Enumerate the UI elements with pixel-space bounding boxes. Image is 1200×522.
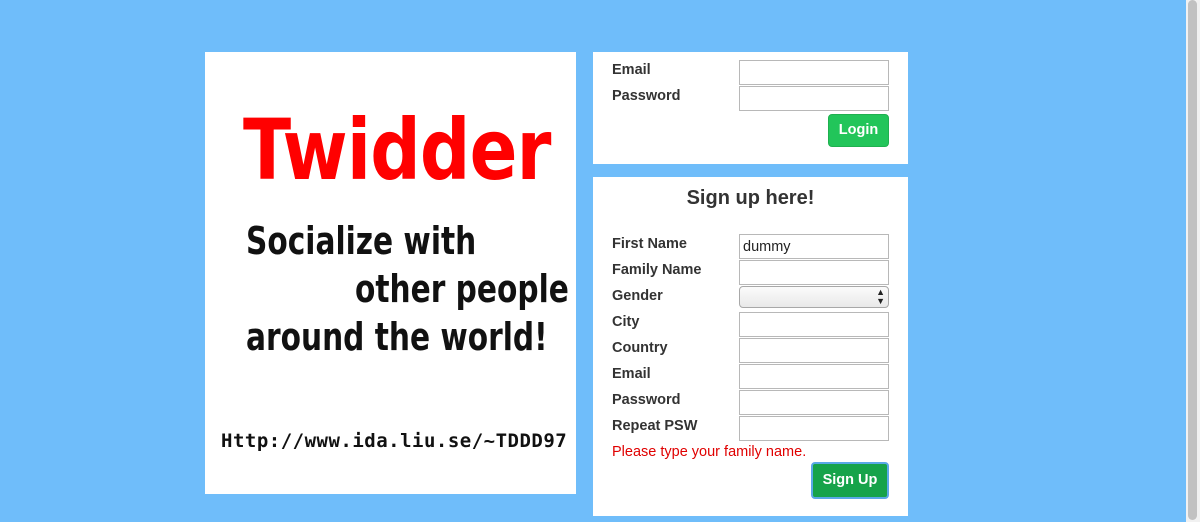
repeat-password-label: Repeat PSW [612,418,698,434]
slogan-line-2: other people [355,267,569,311]
signup-password-input[interactable] [739,390,889,415]
select-arrows-icon: ▲ ▼ [876,287,885,306]
login-form: Email Password Login [593,52,908,164]
slogan-line-3: around the world! [246,315,548,359]
login-password-input[interactable] [739,86,889,111]
logo-title: Twidder [243,101,551,199]
repeat-password-input[interactable] [739,416,889,441]
signup-button[interactable]: Sign Up [811,462,889,499]
page-scrollbar[interactable] [1186,0,1200,522]
signup-email-label: Email [612,366,651,382]
signup-password-label: Password [612,392,681,408]
family-name-label: Family Name [612,262,702,278]
family-name-input[interactable] [739,260,889,285]
login-password-label: Password [612,88,681,104]
city-input[interactable] [739,312,889,337]
signup-title: Sign up here! [686,187,815,209]
welcome-panel: Twidder Socialize with other people arou… [205,52,576,494]
gender-select[interactable]: ▲ ▼ [739,286,889,308]
scrollbar-thumb[interactable] [1188,0,1197,520]
slogan-line-1: Socialize with [246,219,477,263]
gender-label: Gender [612,288,663,304]
country-input[interactable] [739,338,889,363]
first-name-input[interactable] [739,234,889,259]
first-name-label: First Name [612,236,687,252]
login-email-label: Email [612,62,651,78]
country-label: Country [612,340,668,356]
login-button[interactable]: Login [828,114,889,147]
logo-url: Http://www.ida.liu.se/~TDDD97 [221,430,568,452]
city-label: City [612,314,640,330]
signup-email-input[interactable] [739,364,889,389]
signup-form: Sign up here! First Name Family Name Gen… [593,177,908,516]
signup-error-message: Please type your family name. [612,444,807,460]
login-email-input[interactable] [739,60,889,85]
